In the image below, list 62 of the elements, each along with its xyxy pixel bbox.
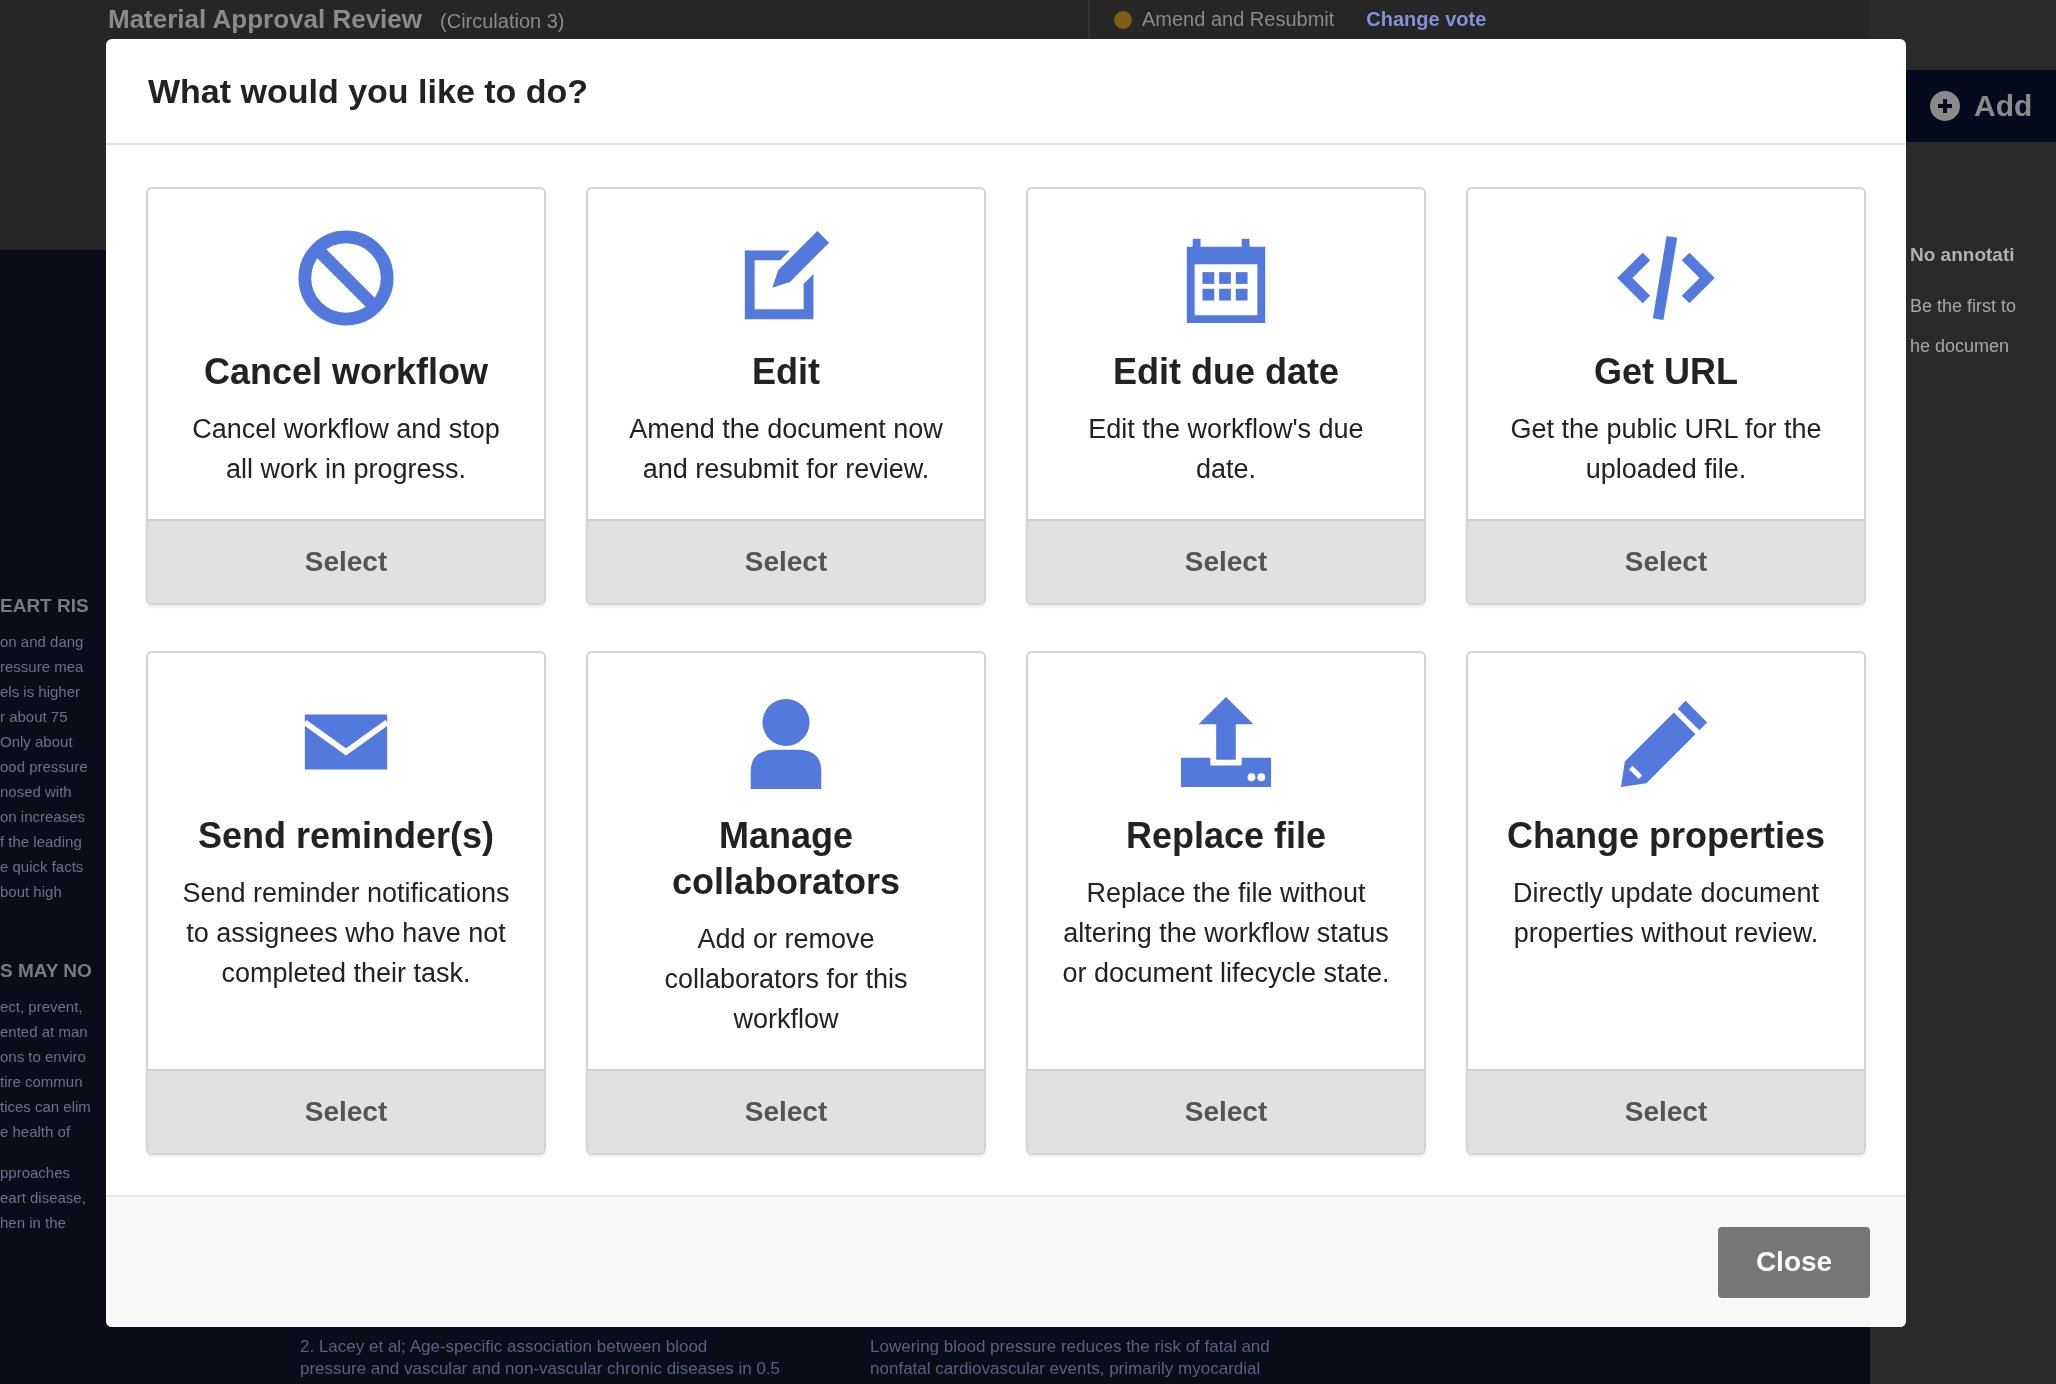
empty-annotations-text: Be the first to	[1910, 295, 2017, 318]
poster-text-line: on increases	[0, 807, 86, 827]
option-title: Cancel workflow	[203, 350, 489, 394]
option-title: Get URL	[1594, 350, 1738, 394]
option-description: Amend the document now and resubmit for review.	[628, 413, 944, 486]
poster-text-line: tices can elim	[0, 1097, 91, 1117]
footnote-line: nonfatal cardiovascular events, primarily myocardial	[870, 1358, 1261, 1380]
change-vote-link[interactable]: Change vote	[1366, 8, 1487, 31]
close-button[interactable]: Close	[1718, 1226, 1870, 1298]
option-description: Replace the file without altering the workflow status or document lifecycle state.	[1061, 877, 1391, 990]
option-title: Change properties	[1506, 814, 1826, 858]
select-button[interactable]: Select	[1028, 519, 1424, 603]
poster-text-line: els is higher	[0, 682, 81, 702]
poster-text-line: ood pressure	[0, 757, 88, 777]
dialog-title: What would you like to do?	[148, 71, 589, 111]
empty-annotations-title: No annotati	[1910, 244, 2015, 266]
poster-text-line: hen in the	[0, 1213, 66, 1233]
poster-text-line: pproaches	[0, 1163, 71, 1183]
poster-text-line: r about 75	[0, 707, 68, 727]
select-button[interactable]: Select	[1028, 1069, 1424, 1153]
option-title: Edit due date	[1113, 350, 1339, 394]
vote-status-dot	[1114, 10, 1132, 29]
select-button[interactable]: Select	[588, 519, 984, 603]
poster-text-line: e health of	[0, 1122, 71, 1142]
vote-label: Amend and Resubmit	[1142, 8, 1335, 31]
select-button[interactable]: Select	[1468, 1069, 1864, 1153]
empty-annotations-text: he documen	[1910, 335, 2010, 358]
poster-text-line: tire commun	[0, 1072, 83, 1092]
poster-text-line: ressure mea	[0, 657, 84, 677]
footnote-line: Lowering blood pressure reduces the risk of fatal and	[870, 1336, 1270, 1358]
poster-heading: EART RIS	[0, 595, 89, 617]
option-title: Send reminder(s)	[197, 814, 495, 858]
poster-text-line: f the leading	[0, 832, 82, 852]
poster-text-line: on and dang	[0, 632, 84, 652]
poster-text-line: ons to enviro	[0, 1047, 86, 1067]
page-title: Material Approval Review	[108, 4, 423, 35]
poster-text-line: ect, prevent,	[0, 997, 83, 1017]
poster-text-line: e quick facts	[0, 857, 84, 877]
poster-text-line: ented at man	[0, 1022, 88, 1042]
circulation-label: (Circulation 3)	[440, 10, 565, 33]
select-button[interactable]: Select	[588, 1069, 984, 1153]
select-button[interactable]: Select	[1468, 519, 1864, 603]
footnote-line: 2. Lacey et al; Age-specific association between blood	[300, 1336, 708, 1358]
option-title: Replace file	[1125, 814, 1327, 858]
poster-text-line: bout high	[0, 882, 62, 902]
option-description: Edit the workflow's due date.	[1087, 413, 1365, 486]
poster-text-line: eart disease,	[0, 1188, 86, 1208]
option-description: Cancel workflow and stop all work in progress.	[191, 413, 501, 486]
option-title: Manage collaborators	[670, 814, 902, 904]
prohibited-icon	[297, 229, 395, 327]
footnote-line: pressure and vascular and non-vascular chronic diseases in 0.5	[300, 1358, 781, 1380]
option-description: Directly update document properties without review.	[1511, 877, 1821, 950]
poster-text-line: Only about	[0, 732, 73, 752]
select-button[interactable]: Select	[148, 519, 544, 603]
option-description: Send reminder notifications to assignees who have not completed their task.	[181, 877, 511, 990]
poster-text-line: nosed with	[0, 782, 72, 802]
plus-circle-icon	[1930, 91, 1960, 121]
option-title: Edit	[752, 350, 820, 394]
option-description: Get the public URL for the uploaded file.	[1509, 413, 1823, 486]
select-button[interactable]: Select	[148, 1069, 544, 1153]
option-description: Add or remove collaborators for this workflow	[663, 923, 909, 1036]
poster-heading: S MAY NO	[0, 960, 92, 982]
